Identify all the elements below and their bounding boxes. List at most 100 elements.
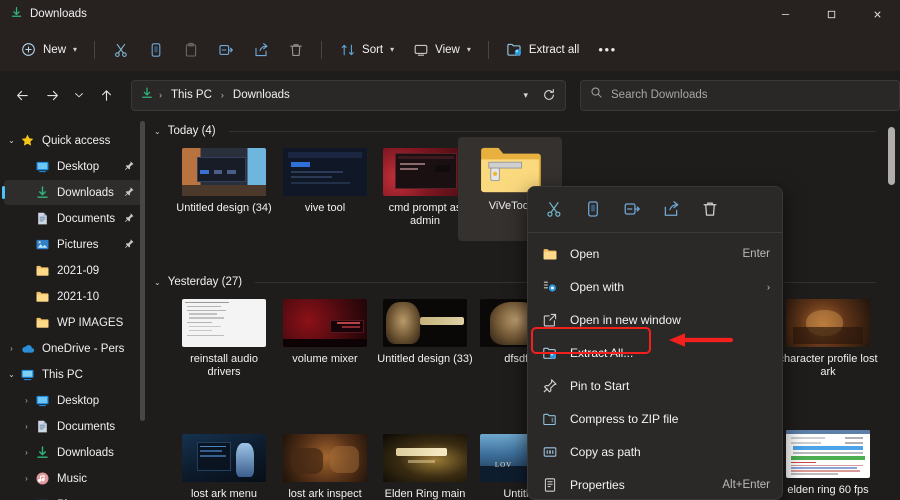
minimize-button[interactable] [762, 0, 808, 28]
group-header-today[interactable]: ⌄ Today (4) [154, 125, 876, 137]
file-tile[interactable]: reinstall audio drivers [172, 294, 276, 379]
sidebar-item-documents[interactable]: ›Documents [4, 414, 142, 439]
pin-icon[interactable] [124, 160, 136, 174]
context-menu-item-pin-to-start[interactable]: Pin to Start [532, 369, 778, 402]
file-tile[interactable]: Elden Ring main [373, 429, 477, 500]
chevron-right-icon[interactable]: › [4, 344, 19, 353]
sidebar-item-downloads[interactable]: Downloads [4, 180, 142, 205]
context-menu-item-copy-as-path[interactable]: Copy as path [532, 435, 778, 468]
file-thumbnail [373, 294, 477, 352]
context-menu-item-compress-to-zip-file[interactable]: Compress to ZIP file [532, 402, 778, 435]
new-button[interactable]: New ▾ [12, 35, 85, 65]
sidebar-item-music[interactable]: ›Music [4, 466, 142, 491]
search-box[interactable]: Search Downloads [580, 80, 900, 111]
back-button[interactable] [8, 80, 38, 110]
open-with-icon [540, 279, 560, 295]
file-label: reinstall audio drivers [172, 352, 276, 379]
sidebar-item-label: Downloads [57, 447, 124, 459]
sort-button[interactable]: Sort ▾ [331, 35, 402, 65]
file-tile[interactable]: Untitled design (33) [373, 294, 477, 366]
view-button[interactable]: View ▾ [404, 35, 479, 65]
cut-button[interactable] [104, 35, 137, 65]
navigation-pane: ⌄Quick accessDesktopDownloadsDocumentsPi… [0, 119, 148, 500]
file-tile[interactable]: character profile lost ark [776, 294, 880, 379]
content-scrollbar[interactable] [888, 127, 895, 185]
file-explorer-window: Downloads New ▾ [0, 0, 900, 500]
delete-icon[interactable] [691, 192, 728, 226]
extract-all-button[interactable]: Extract all [498, 35, 588, 65]
sidebar-item-desktop[interactable]: ›Desktop [4, 388, 142, 413]
breadcrumb-downloads[interactable]: Downloads [229, 87, 294, 103]
maximize-button[interactable] [808, 0, 854, 28]
cut-icon[interactable] [535, 192, 572, 226]
close-button[interactable] [854, 0, 900, 28]
command-bar: New ▾ [0, 28, 900, 71]
sidebar-item-label: Pictures [57, 239, 124, 251]
sidebar-item-2021-10[interactable]: 2021-10 [4, 284, 142, 309]
share-icon [252, 41, 269, 58]
forward-button[interactable] [38, 80, 68, 110]
sidebar-item-downloads[interactable]: › Downloads [4, 440, 142, 465]
sidebar-item-2021-09[interactable]: 2021-09 [4, 258, 142, 283]
title-bar: Downloads [0, 0, 900, 28]
context-menu-item-open-with[interactable]: Open with› [532, 270, 778, 303]
sidebar-item-quick-access[interactable]: ⌄Quick access [4, 128, 142, 153]
sidebar-item-pictures[interactable]: Pictures [4, 232, 142, 257]
breadcrumb-this-pc[interactable]: This PC [167, 87, 216, 103]
overflow-button[interactable]: ••• [589, 42, 625, 57]
explorer-tab-downloads[interactable]: Downloads [0, 0, 101, 28]
file-tile[interactable]: vive tool [273, 143, 377, 215]
context-menu-item-open-in-new-window[interactable]: Open in new window [532, 303, 778, 336]
chevron-right-icon[interactable]: › [19, 448, 34, 457]
file-tile[interactable]: volume mixer [273, 294, 377, 366]
rename-button[interactable] [209, 35, 242, 65]
file-thumbnail [172, 294, 276, 352]
documents-icon [34, 211, 51, 226]
paste-button[interactable] [174, 35, 207, 65]
sidebar-scrollbar[interactable] [140, 121, 145, 421]
context-menu-item-extract-all[interactable]: Extract All... [532, 336, 778, 369]
share-icon[interactable] [652, 192, 689, 226]
context-menu-item-properties[interactable]: PropertiesAlt+Enter [532, 468, 778, 500]
downloads-arrow-icon [140, 86, 154, 105]
delete-button[interactable] [279, 35, 312, 65]
refresh-button[interactable] [539, 88, 559, 102]
music-icon [34, 471, 51, 486]
context-menu-item-open[interactable]: OpenEnter [532, 237, 778, 270]
chevron-down-icon[interactable]: ⌄ [4, 136, 19, 145]
sidebar-item-this-pc[interactable]: ⌄This PC [4, 362, 142, 387]
plus-circle-icon [20, 41, 37, 58]
recent-locations-button[interactable] [67, 80, 91, 110]
sidebar-item-label: OneDrive - Person [42, 343, 124, 355]
pin-icon[interactable] [124, 238, 136, 252]
rename-icon[interactable] [613, 192, 650, 226]
file-tile[interactable]: elden ring 60 fps [776, 425, 880, 497]
delete-icon [287, 41, 304, 58]
copy-button[interactable] [139, 35, 172, 65]
file-tile[interactable]: Untitled design (34) [172, 143, 276, 215]
address-bar[interactable]: › This PC › Downloads ▾ [131, 80, 566, 111]
pin-icon[interactable] [124, 212, 136, 226]
copy-icon[interactable] [574, 192, 611, 226]
chevron-down-icon: ⌄ [154, 278, 161, 287]
address-dropdown-button[interactable]: ▾ [516, 90, 535, 101]
file-label: Untitled design (33) [373, 352, 477, 366]
view-label: View [435, 44, 460, 56]
file-tile[interactable]: lost ark menu [172, 429, 276, 500]
sidebar-item-desktop[interactable]: Desktop [4, 154, 142, 179]
chevron-right-icon[interactable]: › [19, 474, 34, 483]
chevron-right-icon[interactable]: › [19, 422, 34, 431]
sidebar-item-pictures[interactable]: ›Pictures [4, 492, 142, 500]
file-label: volume mixer [273, 352, 377, 366]
search-input[interactable]: Search Downloads [611, 89, 708, 101]
sidebar-item-wp-images[interactable]: WP IMAGES [4, 310, 142, 335]
up-button[interactable] [91, 80, 121, 110]
sidebar-item-documents[interactable]: Documents [4, 206, 142, 231]
share-button[interactable] [244, 35, 277, 65]
chevron-down-icon[interactable]: ⌄ [4, 370, 19, 379]
sidebar-item-onedrive-person[interactable]: › OneDrive - Person [4, 336, 142, 361]
chevron-right-icon[interactable]: › [19, 396, 34, 405]
file-tile[interactable]: lost ark inspect [273, 429, 377, 500]
pin-icon[interactable] [124, 186, 136, 200]
copy-icon [147, 41, 164, 58]
